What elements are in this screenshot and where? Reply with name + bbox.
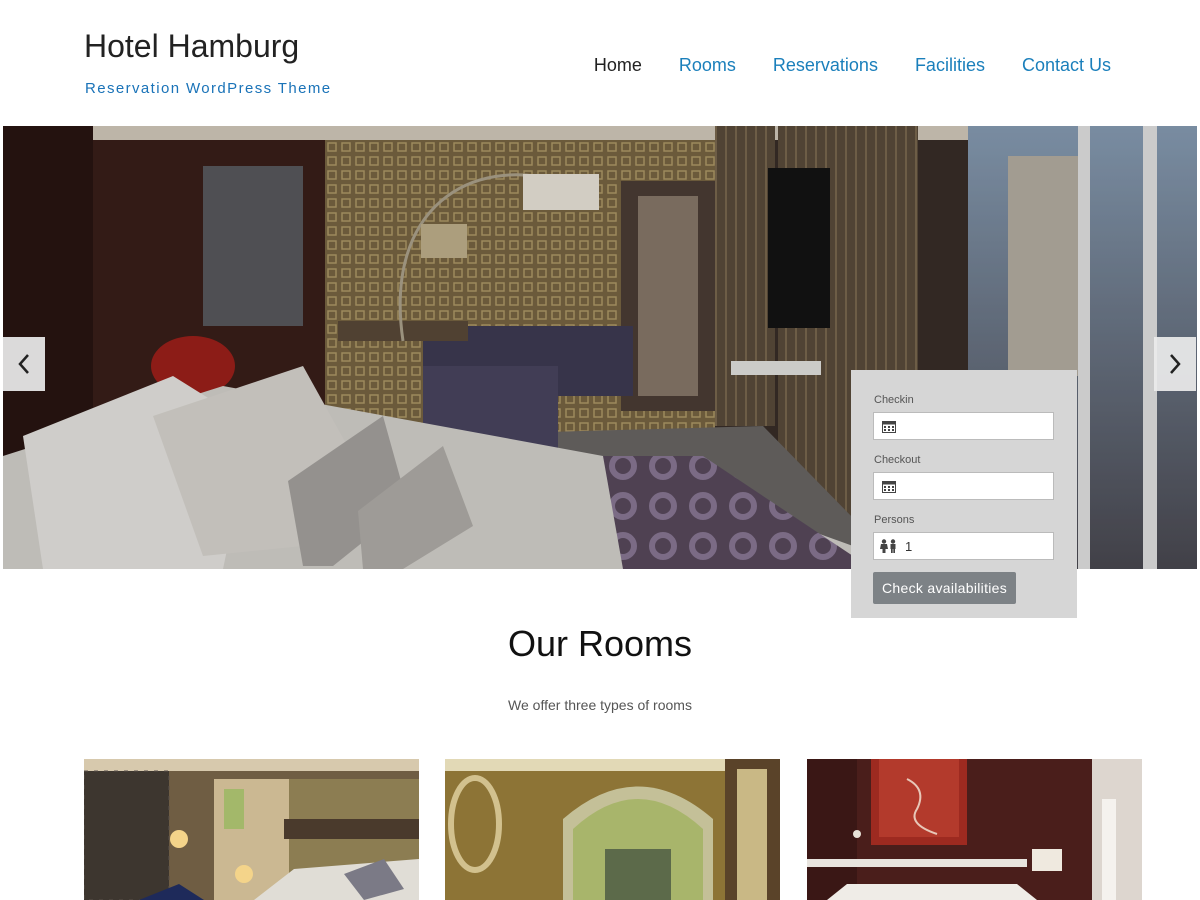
checkin-label: Checkin: [874, 394, 914, 406]
calendar-icon: [882, 480, 896, 493]
checkin-field[interactable]: [873, 412, 1054, 440]
room-card-1-image[interactable]: [84, 759, 419, 900]
site-title[interactable]: Hotel Hamburg: [84, 28, 299, 65]
check-availabilities-button[interactable]: Check availabilities: [873, 572, 1017, 604]
nav-item-home[interactable]: Home: [594, 55, 642, 76]
room-card-3-image[interactable]: [807, 759, 1142, 900]
nav-item-contact-us[interactable]: Contact Us: [1022, 55, 1111, 76]
people-icon: [880, 539, 896, 553]
main-nav: Home Rooms Reservations Facilities Conta…: [594, 55, 1111, 76]
checkout-label: Checkout: [874, 454, 921, 466]
rooms-section-title: Our Rooms: [507, 623, 693, 664]
slider-prev-button[interactable]: [3, 337, 45, 391]
persons-label: Persons: [874, 514, 915, 526]
chevron-left-icon: [18, 354, 29, 374]
slider-next-button[interactable]: [1154, 337, 1196, 391]
persons-field[interactable]: 1: [873, 532, 1054, 560]
chevron-right-icon: [1170, 354, 1181, 374]
nav-item-facilities[interactable]: Facilities: [915, 55, 985, 76]
availability-form: Checkin Checkout Persons 1 Check availab…: [851, 370, 1077, 618]
checkout-field[interactable]: [873, 472, 1054, 500]
rooms-section-subtitle: We offer three types of rooms: [508, 697, 692, 713]
site-tagline: Reservation WordPress Theme: [85, 80, 332, 97]
persons-value: 1: [905, 538, 913, 554]
nav-item-reservations[interactable]: Reservations: [773, 55, 878, 76]
nav-item-rooms[interactable]: Rooms: [679, 55, 736, 76]
calendar-icon: [882, 420, 896, 433]
room-card-2-image[interactable]: [445, 759, 780, 900]
